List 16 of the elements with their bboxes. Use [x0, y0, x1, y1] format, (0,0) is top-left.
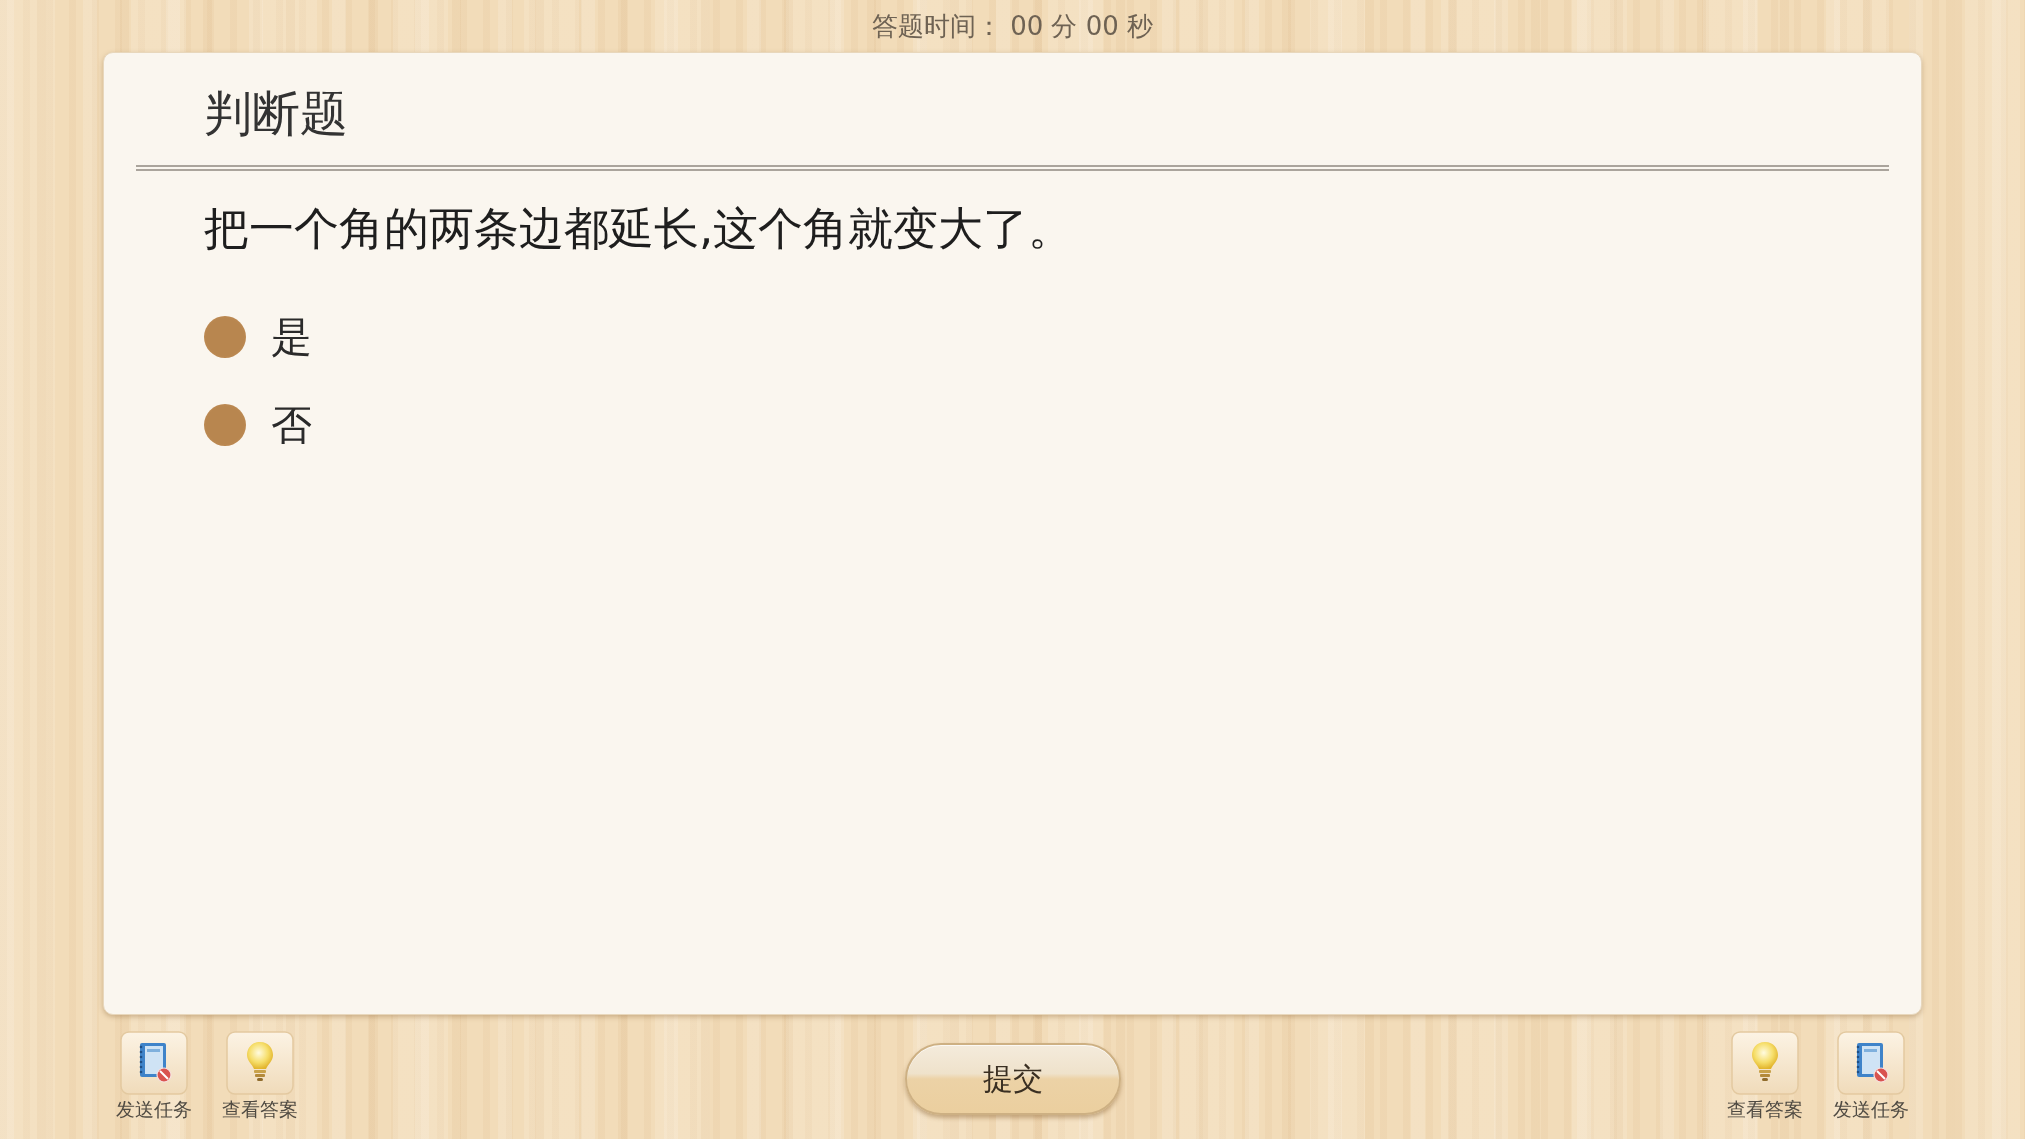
view-answer-button[interactable]: 查看答案 [218, 1031, 302, 1123]
notebook-icon [120, 1031, 188, 1095]
option-label: 是 [271, 311, 312, 363]
lightbulb-icon [226, 1031, 294, 1095]
answer-timer: 答题时间： 00 分 00 秒 [871, 9, 1154, 43]
question-text: 把一个角的两条边都延长,这个角就变大了。 [204, 201, 1074, 257]
view-answer-button[interactable]: 查看答案 [1723, 1031, 1807, 1123]
radio-button[interactable] [204, 404, 246, 446]
lightbulb-icon [1731, 1031, 1799, 1095]
radio-button[interactable] [204, 316, 246, 358]
send-task-button[interactable]: 发送任务 [1829, 1031, 1913, 1123]
question-type-heading: 判断题 [204, 84, 348, 143]
send-task-button[interactable]: 发送任务 [112, 1031, 196, 1123]
option-label: 否 [271, 399, 312, 451]
notebook-icon [1837, 1031, 1905, 1095]
submit-button[interactable]: 提交 [904, 1043, 1121, 1115]
